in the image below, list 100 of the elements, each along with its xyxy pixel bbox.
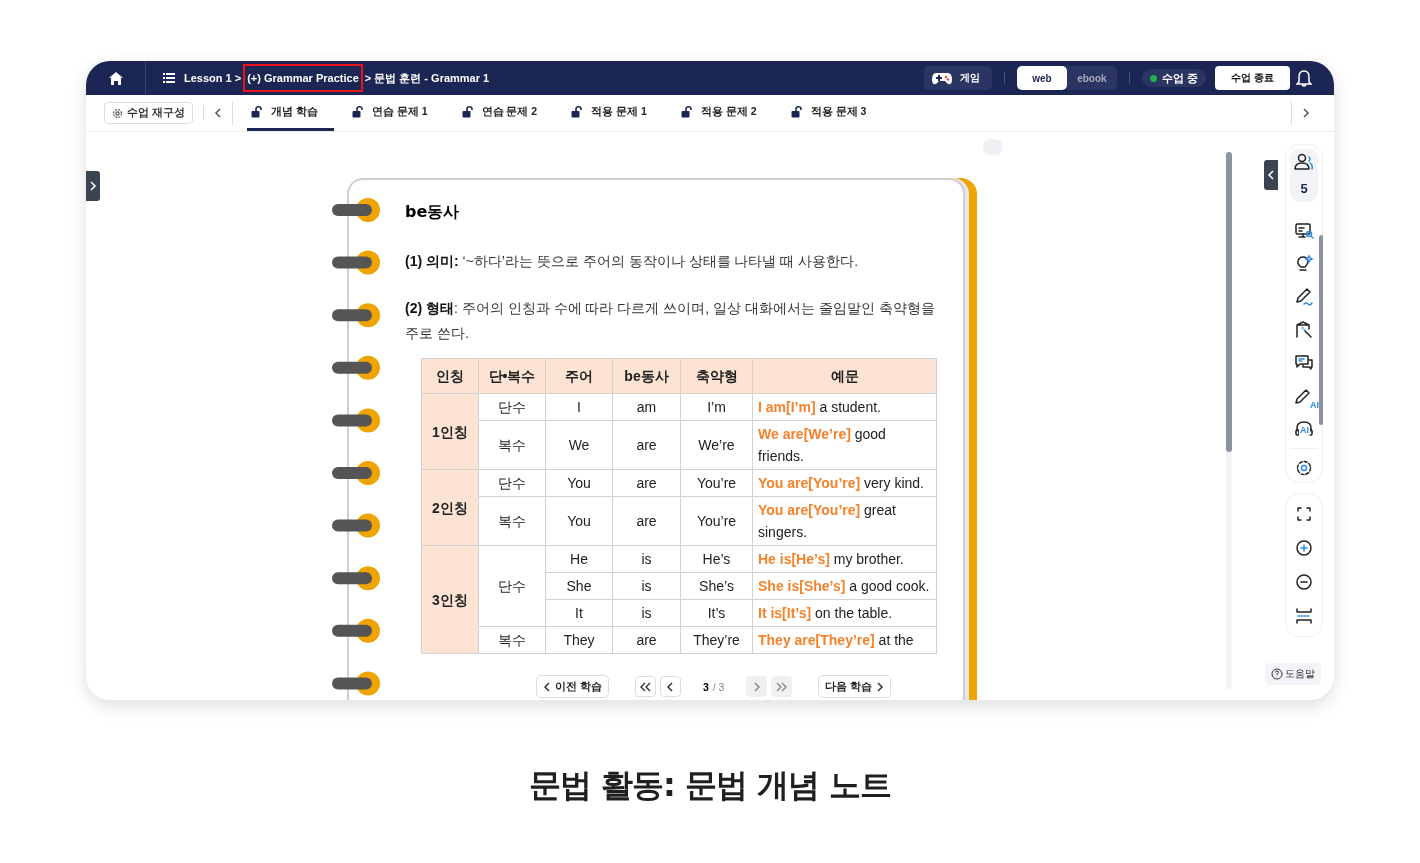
table-cell: I bbox=[545, 393, 613, 421]
tab[interactable]: 연습 문제 1 bbox=[347, 95, 444, 131]
tab[interactable]: 연습 문제 2 bbox=[457, 95, 554, 131]
table-cell: 복수 bbox=[478, 496, 546, 546]
column-header: 예문 bbox=[752, 358, 937, 394]
fit-width-icon[interactable] bbox=[1294, 606, 1314, 626]
view-mode-tab[interactable]: ebook bbox=[1066, 66, 1117, 90]
table-cell: He bbox=[545, 545, 613, 573]
table-cell: They bbox=[545, 626, 613, 654]
scrollbar[interactable] bbox=[1226, 152, 1232, 690]
table-cell: am bbox=[612, 393, 681, 421]
monitor-search-icon[interactable] bbox=[1294, 221, 1314, 241]
breadcrumb-item[interactable]: > 문법 훈련 - Grammar 1 bbox=[363, 70, 491, 86]
table-cell: You bbox=[545, 469, 613, 497]
tab[interactable]: 개념 학습 bbox=[246, 95, 334, 131]
column-header: 인칭 bbox=[421, 358, 479, 394]
users-icon bbox=[1294, 153, 1314, 171]
table-cell: It bbox=[545, 599, 613, 627]
view-mode-tab[interactable]: web bbox=[1016, 66, 1067, 90]
expand-panel-button[interactable] bbox=[86, 171, 100, 201]
zoom-in-icon[interactable] bbox=[1294, 538, 1314, 558]
previous-lesson-button[interactable]: 이전 학습 bbox=[536, 675, 609, 698]
table-cell: 복수 bbox=[478, 420, 546, 470]
table-cell: You are[You’re] very kind. bbox=[752, 469, 937, 497]
column-header: be동사 bbox=[612, 358, 681, 394]
chat-bubbles-icon[interactable] bbox=[1294, 353, 1314, 373]
pencil-icon[interactable] bbox=[1294, 287, 1314, 307]
tab[interactable]: 적용 문제 1 bbox=[567, 95, 663, 131]
table-cell: They are[They’re] at the bbox=[752, 626, 937, 654]
end-class-button[interactable]: 수업 종료 bbox=[1215, 66, 1290, 90]
help-icon bbox=[1271, 668, 1283, 680]
table-cell: You are[You’re] great singers. bbox=[752, 496, 937, 546]
double-chevron-right-icon bbox=[776, 681, 788, 692]
breadcrumb-item[interactable]: (+) Grammar Practice bbox=[245, 66, 361, 90]
gear-icon bbox=[112, 107, 123, 119]
participants-button[interactable]: 5 bbox=[1290, 149, 1318, 202]
table-cell: You’re bbox=[680, 469, 753, 497]
table-cell: She bbox=[545, 572, 613, 600]
note-paragraph: (1) 의미: ‘~하다’라는 뜻으로 주어의 동작이나 상태를 나타낼 때 사용한다. bbox=[405, 252, 860, 271]
first-page-button[interactable] bbox=[634, 676, 656, 697]
table-cell: 1인칭 bbox=[421, 393, 479, 470]
chevron-right-icon bbox=[89, 181, 97, 191]
tab[interactable]: 적용 문제 2 bbox=[676, 95, 773, 131]
unlocked-padlock-icon bbox=[790, 105, 803, 118]
table-cell: is bbox=[612, 572, 681, 600]
table-cell: It’s bbox=[680, 599, 753, 627]
reset-class-button[interactable]: 수업 재구성 bbox=[104, 102, 193, 124]
table-cell: You bbox=[545, 496, 613, 546]
panel-scrollbar[interactable] bbox=[1319, 235, 1323, 425]
board-wand-icon[interactable] bbox=[1294, 320, 1314, 340]
unlocked-padlock-icon bbox=[461, 105, 474, 118]
bell-icon[interactable] bbox=[1296, 69, 1312, 87]
table-cell: 단수 bbox=[478, 469, 546, 497]
table-cell: She’s bbox=[680, 572, 753, 600]
unlocked-padlock-icon bbox=[680, 105, 693, 118]
next-lesson-button[interactable]: 다음 학습 bbox=[818, 675, 892, 698]
scroll-right-button[interactable] bbox=[1302, 108, 1310, 118]
table-cell: We’re bbox=[680, 420, 753, 470]
current-page: 3 bbox=[702, 680, 709, 693]
tab[interactable]: 적용 문제 3 bbox=[786, 95, 883, 131]
table-cell: 단수 bbox=[478, 393, 546, 421]
status-dot-icon bbox=[1149, 74, 1157, 82]
column-header: 축약형 bbox=[680, 358, 753, 394]
lightbulb-icon[interactable] bbox=[1294, 254, 1314, 274]
table-cell: She is[She’s] a good cook. bbox=[752, 572, 937, 600]
table-cell: are bbox=[612, 469, 681, 497]
table-cell: 복수 bbox=[478, 626, 546, 654]
chevron-right-icon bbox=[876, 681, 885, 692]
home-icon[interactable] bbox=[107, 70, 124, 86]
chevron-right-icon bbox=[1302, 108, 1310, 118]
table-cell: It is[It’s] on the table. bbox=[752, 599, 937, 627]
table-cell: He’s bbox=[680, 545, 753, 573]
collapse-panel-button[interactable] bbox=[1264, 160, 1278, 190]
table-cell: is bbox=[612, 599, 681, 627]
unlocked-padlock-icon bbox=[571, 105, 584, 118]
game-button[interactable]: 게임 bbox=[923, 66, 992, 90]
unlocked-padlock-icon bbox=[351, 105, 364, 118]
zoom-out-icon[interactable] bbox=[1294, 572, 1314, 592]
double-chevron-left-icon bbox=[639, 681, 651, 692]
table-cell: 단수 bbox=[478, 545, 546, 627]
breadcrumb-item[interactable]: Lesson 1 > bbox=[183, 72, 243, 84]
menu-icon[interactable] bbox=[163, 73, 175, 83]
unlocked-padlock-icon bbox=[250, 105, 263, 118]
page-total: / 3 bbox=[712, 680, 725, 693]
table-cell: We are[We’re] good friends. bbox=[752, 420, 937, 470]
settings-icon[interactable] bbox=[1294, 458, 1314, 478]
fullscreen-icon[interactable] bbox=[1294, 504, 1314, 524]
table-cell: They’re bbox=[680, 626, 753, 654]
scroll-left-button[interactable] bbox=[213, 108, 222, 118]
table-cell: is bbox=[612, 545, 681, 573]
table-cell: 2인칭 bbox=[421, 469, 479, 546]
help-button[interactable]: 도움말 bbox=[1265, 663, 1321, 685]
table-cell: We bbox=[545, 420, 613, 470]
table-cell: 3인칭 bbox=[421, 545, 479, 654]
headset-icon[interactable] bbox=[1294, 419, 1314, 439]
table-cell: are bbox=[612, 626, 681, 654]
participant-count: 5 bbox=[1300, 181, 1308, 196]
table-cell: are bbox=[612, 420, 681, 470]
ai-label: AI bbox=[1299, 426, 1310, 435]
column-header: 단•복수 bbox=[478, 358, 546, 394]
